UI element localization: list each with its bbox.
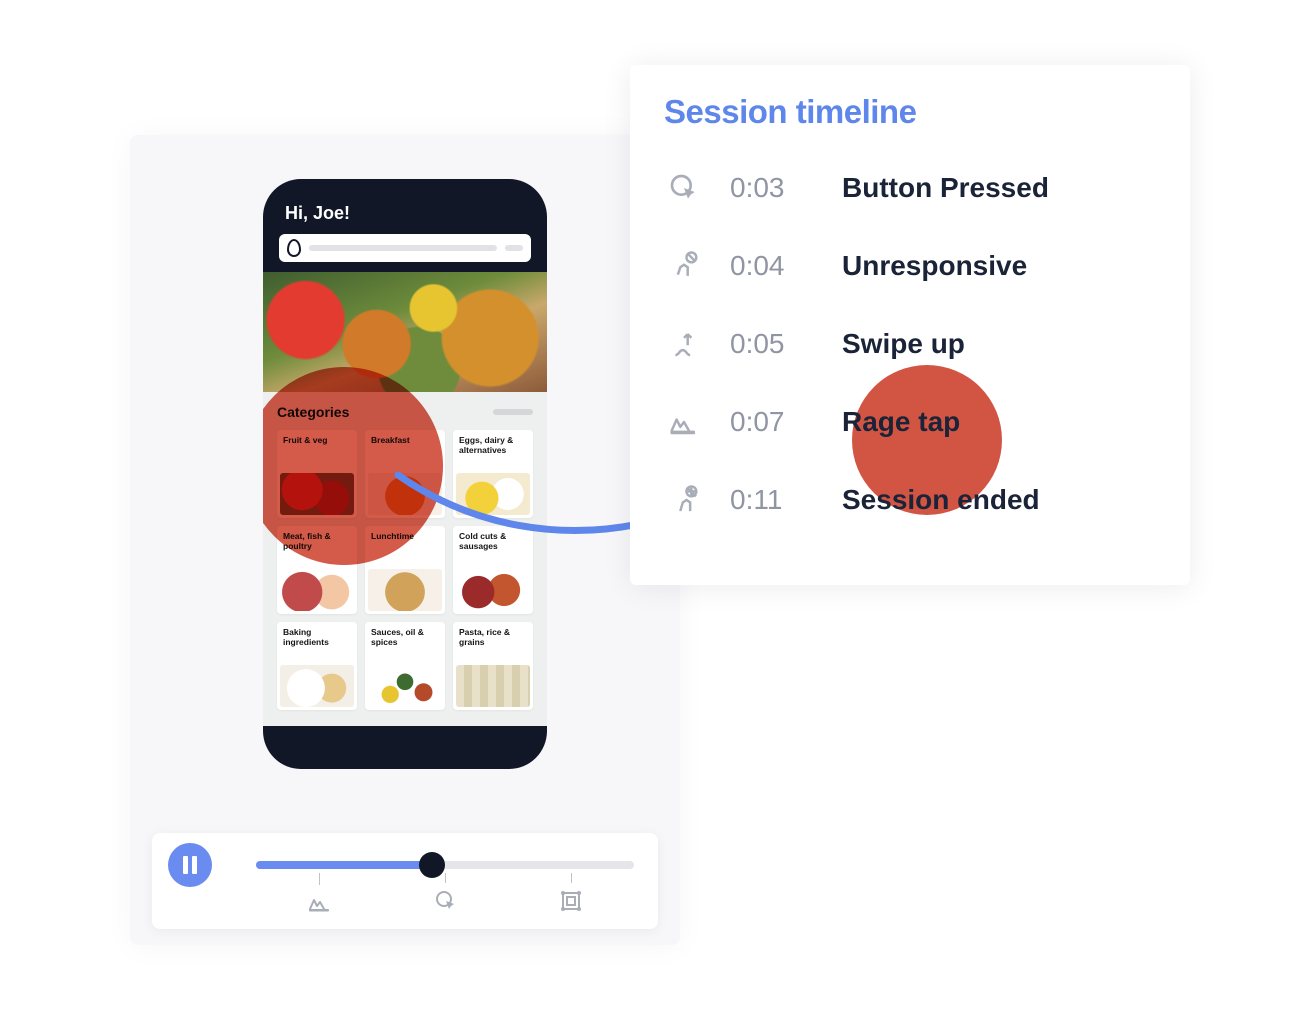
event-timestamp: 0:04 xyxy=(730,250,816,282)
carousel-indicator xyxy=(493,409,533,415)
playback-track[interactable] xyxy=(256,861,634,869)
category-thumbnail xyxy=(368,569,442,611)
category-tile[interactable]: Baking ingredients xyxy=(277,622,357,710)
rage-tap-icon xyxy=(307,891,333,913)
playback-bar xyxy=(152,833,658,929)
category-tile[interactable]: Eggs, dairy & alternatives xyxy=(453,430,533,518)
device-mock-phone: Hi, Joe! Categories Fruit & vegBreakfast… xyxy=(263,179,547,769)
category-tile[interactable]: Cold cuts & sausages xyxy=(453,526,533,614)
timeline-event[interactable]: 0:11 Session ended xyxy=(664,461,1156,539)
event-timestamp: 0:07 xyxy=(730,406,816,438)
category-thumbnail xyxy=(280,569,354,611)
map-pin-icon xyxy=(287,239,301,257)
playback-progress-fill xyxy=(256,861,426,869)
category-tile[interactable]: Sauces, oil & spices xyxy=(365,622,445,710)
unresponsive-icon xyxy=(664,250,704,282)
session-timeline-card: Session timeline 0:03 Button Pressed 0:04 U… xyxy=(630,65,1190,585)
category-thumbnail xyxy=(280,665,354,707)
timeline-title: Session timeline xyxy=(664,93,1156,131)
greeting-text: Hi, Joe! xyxy=(263,179,547,234)
pointer-click-icon xyxy=(664,172,704,204)
event-marker[interactable] xyxy=(559,873,583,913)
placeholder-line xyxy=(309,245,497,251)
event-timestamp: 0:03 xyxy=(730,172,816,204)
category-label: Pasta, rice & grains xyxy=(459,628,527,648)
event-timestamp: 0:11 xyxy=(730,484,816,516)
playback-event-markers xyxy=(256,873,634,913)
category-label: Cold cuts & sausages xyxy=(459,532,527,552)
event-timestamp: 0:05 xyxy=(730,328,816,360)
event-label: Unresponsive xyxy=(842,250,1027,282)
rage-tap-icon xyxy=(664,408,704,436)
event-label: Session ended xyxy=(842,484,1040,516)
category-thumbnail xyxy=(456,473,530,515)
pause-button[interactable] xyxy=(168,843,212,887)
pointer-click-icon xyxy=(434,889,458,913)
category-thumbnail xyxy=(368,665,442,707)
category-label: Eggs, dairy & alternatives xyxy=(459,436,527,456)
placeholder-line xyxy=(505,245,523,251)
event-marker[interactable] xyxy=(307,873,333,913)
event-label: Rage tap xyxy=(842,406,960,438)
swipe-up-icon xyxy=(664,328,704,360)
category-thumbnail xyxy=(456,569,530,611)
location-search-field xyxy=(279,234,531,262)
timeline-event[interactable]: 0:03 Button Pressed xyxy=(664,149,1156,227)
category-label: Baking ingredients xyxy=(283,628,351,648)
category-tile[interactable]: Pasta, rice & grains xyxy=(453,622,533,710)
session-replay-panel: Hi, Joe! Categories Fruit & vegBreakfast… xyxy=(130,135,680,945)
timeline-event[interactable]: 0:07 Rage tap xyxy=(664,383,1156,461)
timeline-event[interactable]: 0:04 Unresponsive xyxy=(664,227,1156,305)
event-label: Swipe up xyxy=(842,328,965,360)
group-icon xyxy=(559,889,583,913)
event-marker[interactable] xyxy=(434,873,458,913)
timeline-event[interactable]: 0:05 Swipe up xyxy=(664,305,1156,383)
category-label: Sauces, oil & spices xyxy=(371,628,439,648)
session-ended-icon xyxy=(664,484,704,516)
category-thumbnail xyxy=(456,665,530,707)
pause-icon xyxy=(183,856,188,874)
event-label: Button Pressed xyxy=(842,172,1049,204)
